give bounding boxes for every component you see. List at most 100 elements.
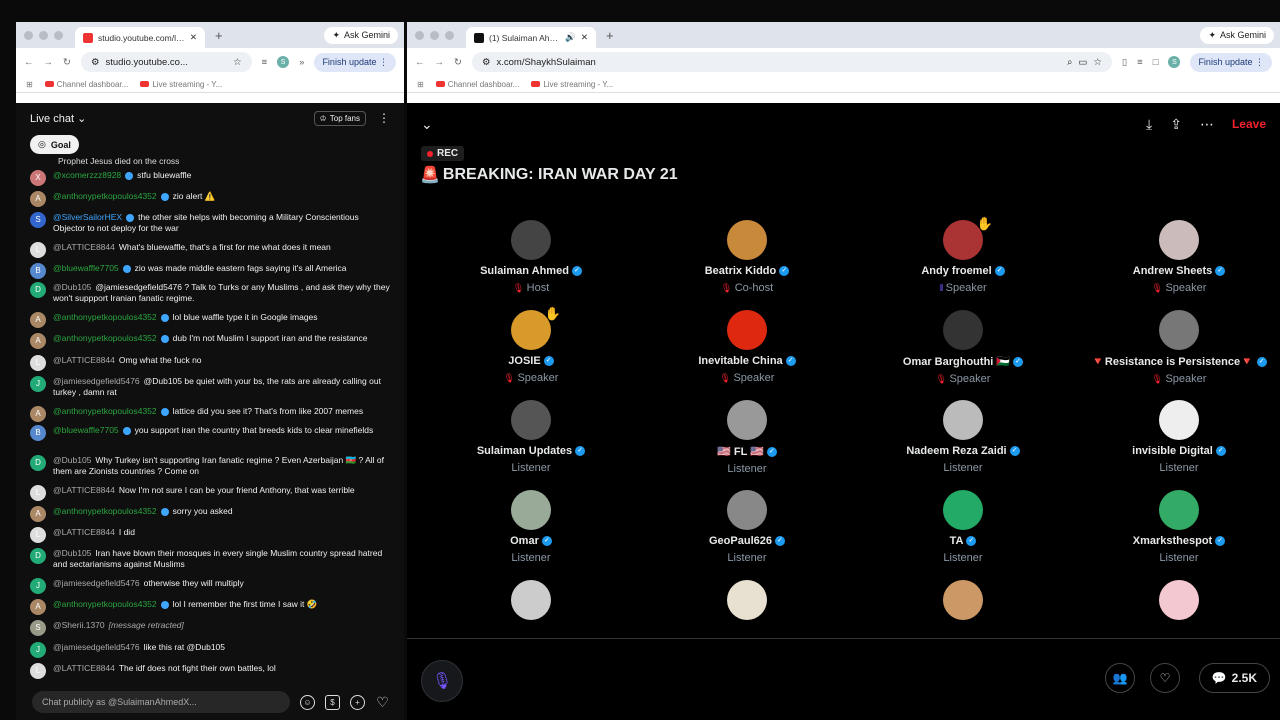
chat-message[interactable]: A @anthonypetkopoulos4352 zio alert ⚠️ xyxy=(30,188,390,209)
apps-icon[interactable]: ⊞ xyxy=(26,80,33,89)
author-name[interactable]: @anthonypetkopoulos4352 xyxy=(53,333,157,343)
avatar[interactable]: S xyxy=(30,620,46,636)
chat-message[interactable]: J @jamiesedgefield5476 otherwise they will… xyxy=(30,575,390,596)
bookmark-live-streaming[interactable]: Live streaming - Y... xyxy=(531,80,613,89)
participant-avatar[interactable] xyxy=(943,580,983,620)
author-name[interactable]: @SilverSailorHEX xyxy=(53,212,122,222)
extensions-icon[interactable]: ≡ xyxy=(262,57,268,68)
reload-icon[interactable]: ↻ xyxy=(454,57,462,68)
participant-avatar[interactable] xyxy=(943,400,983,440)
reload-icon[interactable]: ↻ xyxy=(63,57,71,68)
avatar[interactable]: S xyxy=(30,212,46,228)
participant-avatar[interactable]: ✋ xyxy=(943,216,993,260)
author-name[interactable]: @anthonypetkopoulos4352 xyxy=(53,599,157,609)
emoji-icon[interactable]: ☺ xyxy=(300,694,315,710)
chat-message[interactable]: L @LATTICE8844 Omg what the fuck no xyxy=(30,352,390,373)
participant-avatar[interactable] xyxy=(727,400,767,440)
window-controls[interactable] xyxy=(415,30,454,40)
share-icon[interactable]: ⇪ xyxy=(1170,116,1182,133)
more-tabs-icon[interactable]: » xyxy=(299,57,304,68)
chat-message[interactable]: D @Dub105 @jamiesedgefield5476 ? Talk to T… xyxy=(30,279,390,309)
avatar[interactable]: A xyxy=(30,599,46,615)
participant[interactable] xyxy=(1084,580,1274,620)
chat-message[interactable]: A @anthonypetkopoulos4352 lol I remember t… xyxy=(30,596,390,617)
author-name[interactable]: @anthonypetkopoulos4352 xyxy=(53,506,157,516)
author-name[interactable]: @Dub105 xyxy=(53,548,91,558)
url-field[interactable]: ⚙ x.com/ShaykhSulaiman ⌕ ▭ ☆ xyxy=(471,52,1112,72)
author-name[interactable]: @Dub105 xyxy=(53,282,91,292)
participant[interactable] xyxy=(652,580,842,620)
chat-message[interactable]: J @jamiesedgefield5476 like this rat @Dub1… xyxy=(30,639,390,660)
chat-message[interactable]: J @jamiesedgefield5476 @Dub105 be quiet wi… xyxy=(30,373,390,403)
participant-avatar[interactable] xyxy=(1159,490,1199,530)
avatar[interactable]: A xyxy=(30,191,46,207)
super-chat-icon[interactable]: $ xyxy=(325,694,340,710)
avatar[interactable]: J xyxy=(30,642,46,658)
heart-icon[interactable]: ♡ xyxy=(375,694,390,710)
profile-avatar[interactable]: S xyxy=(277,56,290,68)
ask-gemini-button[interactable]: ✦ Ask Gemini xyxy=(324,26,398,44)
chat-input[interactable]: Chat publicly as @SulaimanAhmedX... xyxy=(32,691,290,713)
author-name[interactable]: @LATTICE8844 xyxy=(53,355,115,365)
participant-avatar[interactable] xyxy=(511,220,551,260)
participant[interactable]: Omar Barghouthi 🇵🇸 ✓ 🎙 Speaker xyxy=(868,310,1058,385)
new-tab-button[interactable]: + xyxy=(215,28,223,43)
side-panel-icon[interactable]: ▯ xyxy=(1122,57,1127,68)
participant-avatar[interactable] xyxy=(1159,310,1199,350)
add-icon[interactable]: + xyxy=(350,694,365,710)
avatar[interactable]: X xyxy=(30,170,46,186)
close-tab-icon[interactable]: ✕ xyxy=(581,32,588,43)
goal-button[interactable]: ◎ Goal xyxy=(30,135,79,154)
tab-youtube-live-chat[interactable]: studio.youtube.com/live_chat ✕ xyxy=(75,27,205,48)
author-name[interactable]: @Sherii.1370 xyxy=(53,620,105,630)
chat-messages[interactable]: Prophet Jesus died on the cross X @xcomer… xyxy=(16,158,404,688)
participant[interactable]: Inevitable China ✓ 🎙 Speaker xyxy=(652,310,842,384)
profile-avatar[interactable]: S xyxy=(1168,56,1181,68)
site-info-icon[interactable]: ⚙ xyxy=(482,57,491,68)
zoom-icon[interactable]: ⌕ xyxy=(1067,57,1072,68)
participant-avatar[interactable] xyxy=(511,580,551,620)
avatar[interactable]: L xyxy=(30,355,46,371)
author-name[interactable]: @LATTICE8844 xyxy=(53,242,115,252)
back-icon[interactable]: ← xyxy=(24,57,34,68)
reactions-icon[interactable]: ♡ xyxy=(1150,663,1180,693)
avatar[interactable]: J xyxy=(30,376,46,392)
url-field[interactable]: ⚙ studio.youtube.co... ☆ xyxy=(80,52,252,72)
bookmark-channel-dashboard[interactable]: Channel dashboar... xyxy=(435,80,519,89)
author-name[interactable]: @LATTICE8844 xyxy=(53,527,115,537)
bookmark-channel-dashboard[interactable]: Channel dashboar... xyxy=(44,80,128,89)
window-icon[interactable]: □ xyxy=(1153,57,1159,68)
author-name[interactable]: @anthonypetkopoulos4352 xyxy=(53,312,157,322)
chat-message[interactable]: A @anthonypetkopoulos4352 lattice did you … xyxy=(30,403,390,422)
author-name[interactable]: @anthonypetkopoulos4352 xyxy=(53,191,157,201)
finish-update-button[interactable]: Finish update ⋮ xyxy=(1190,52,1272,72)
chat-message[interactable]: L @LATTICE8844 Now I'm not sure I can be y… xyxy=(30,482,390,503)
avatar[interactable]: L xyxy=(30,663,46,679)
author-name[interactable]: @LATTICE8844 xyxy=(53,485,115,495)
chat-message[interactable]: D @Dub105 Why Turkey isn't supporting Iran… xyxy=(30,452,390,482)
avatar[interactable]: L xyxy=(30,485,46,501)
participant[interactable]: Andrew Sheets ✓ 🎙 Speaker xyxy=(1084,220,1274,294)
ask-gemini-button[interactable]: ✦ Ask Gemini xyxy=(1200,26,1274,44)
chat-message[interactable]: A @anthonypetkopoulos4352 sorry you asked xyxy=(30,503,390,524)
apps-icon[interactable]: ⊞ xyxy=(417,80,424,89)
author-name[interactable]: @jamiesedgefield5476 xyxy=(53,376,140,386)
participant-avatar[interactable] xyxy=(727,580,767,620)
participant[interactable]: ✋ Andy froemel ✓ ⫴ Speaker xyxy=(868,216,1058,294)
participant-avatar[interactable] xyxy=(1159,400,1199,440)
participant[interactable]: invisible Digital ✓ Listener xyxy=(1084,400,1274,474)
chat-message[interactable]: B @bluewaffle7705 you support iran the cou… xyxy=(30,422,390,452)
participant-avatar[interactable] xyxy=(511,490,551,530)
author-name[interactable]: @LATTICE8844 xyxy=(53,663,115,673)
collapse-chevron-icon[interactable]: ⌄ xyxy=(421,116,433,133)
avatar[interactable]: D xyxy=(30,548,46,564)
finish-update-button[interactable]: Finish update ⋮ xyxy=(314,52,396,72)
tab-x-profile[interactable]: (1) Sulaiman Ahmed (@ShaykhSulaiman) 🔊 ✕ xyxy=(466,27,596,48)
avatar[interactable]: L xyxy=(30,527,46,543)
more-options-icon[interactable]: ⋯ xyxy=(1200,116,1214,133)
minimize-icon[interactable]: ⤓ xyxy=(1146,116,1152,133)
close-tab-icon[interactable]: ✕ xyxy=(190,32,197,43)
audio-playing-icon[interactable]: 🔊 xyxy=(565,32,576,43)
author-name[interactable]: @bluewaffle7705 xyxy=(53,425,119,435)
forward-icon[interactable]: → xyxy=(44,57,54,68)
